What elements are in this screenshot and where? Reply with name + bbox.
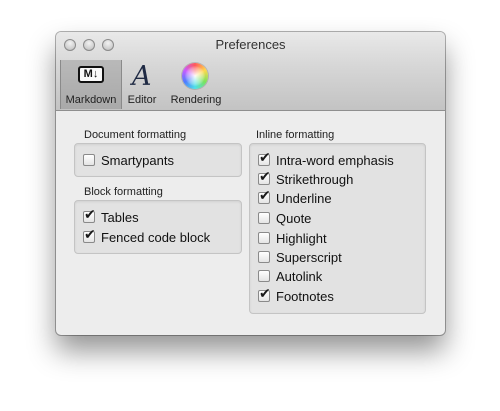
checkbox[interactable] bbox=[258, 212, 270, 224]
toolbar-rendering-button[interactable]: Rendering bbox=[166, 60, 226, 109]
option-highlight[interactable]: Highlight bbox=[258, 229, 327, 247]
toolbar-markdown-label: Markdown bbox=[65, 94, 117, 106]
checkbox[interactable] bbox=[258, 270, 270, 282]
checkbox[interactable] bbox=[83, 154, 95, 166]
option-autolink[interactable]: Autolink bbox=[258, 267, 322, 285]
option-label: Autolink bbox=[276, 268, 323, 284]
block-formatting-heading: Block formatting bbox=[84, 186, 163, 198]
option-quote[interactable]: Quote bbox=[258, 209, 311, 227]
option-label: Fenced code block bbox=[101, 229, 211, 245]
option-label: Footnotes bbox=[276, 288, 334, 304]
document-formatting-heading: Document formatting bbox=[84, 129, 187, 141]
checkbox[interactable] bbox=[258, 169, 271, 185]
checkbox[interactable] bbox=[258, 150, 271, 166]
toolbar-markdown-button[interactable]: M↓ Markdown bbox=[60, 60, 122, 109]
window-title: Preferences bbox=[215, 37, 286, 52]
option-label: Intra-word emphasis bbox=[276, 152, 394, 168]
markdown-icon: M↓ bbox=[78, 66, 104, 83]
checkbox[interactable] bbox=[258, 251, 270, 263]
title-bar: Preferences M↓ Markdown A Editor Renderi… bbox=[56, 32, 445, 111]
preferences-window: Preferences M↓ Markdown A Editor Renderi… bbox=[56, 32, 445, 335]
option-label: Highlight bbox=[276, 230, 327, 246]
option-tables[interactable]: Tables bbox=[83, 207, 139, 226]
document-formatting-group: Smartypants bbox=[74, 143, 242, 177]
toolbar-editor-button[interactable]: A Editor bbox=[123, 60, 161, 109]
block-formatting-group: Tables Fenced code block bbox=[74, 200, 242, 254]
checkbox[interactable] bbox=[258, 188, 271, 204]
toolbar-editor-label: Editor bbox=[127, 94, 157, 106]
option-label: Smartypants bbox=[101, 152, 174, 168]
option-intra-word-emphasis[interactable]: Intra-word emphasis bbox=[258, 150, 394, 169]
checkbox[interactable] bbox=[258, 232, 270, 244]
option-fenced-code-block[interactable]: Fenced code block bbox=[83, 227, 211, 246]
inline-formatting-heading: Inline formatting bbox=[256, 129, 335, 141]
option-label: Superscript bbox=[276, 249, 342, 265]
option-smartypants[interactable]: Smartypants bbox=[83, 151, 174, 169]
option-label: Quote bbox=[276, 210, 312, 226]
option-label: Underline bbox=[276, 190, 332, 206]
option-footnotes[interactable]: Footnotes bbox=[258, 286, 334, 305]
editor-font-icon: A bbox=[132, 61, 152, 92]
option-strikethrough[interactable]: Strikethrough bbox=[258, 169, 354, 188]
option-underline[interactable]: Underline bbox=[258, 188, 332, 207]
option-label: Tables bbox=[101, 209, 139, 225]
color-wheel-icon bbox=[182, 63, 208, 89]
inline-formatting-group: Intra-word emphasis Strikethrough Underl… bbox=[249, 143, 426, 314]
option-superscript[interactable]: Superscript bbox=[258, 248, 342, 266]
toolbar-rendering-label: Rendering bbox=[170, 94, 222, 106]
option-label: Strikethrough bbox=[276, 171, 354, 187]
checkbox[interactable] bbox=[258, 286, 271, 302]
checkbox[interactable] bbox=[83, 207, 96, 223]
checkbox[interactable] bbox=[83, 227, 96, 243]
